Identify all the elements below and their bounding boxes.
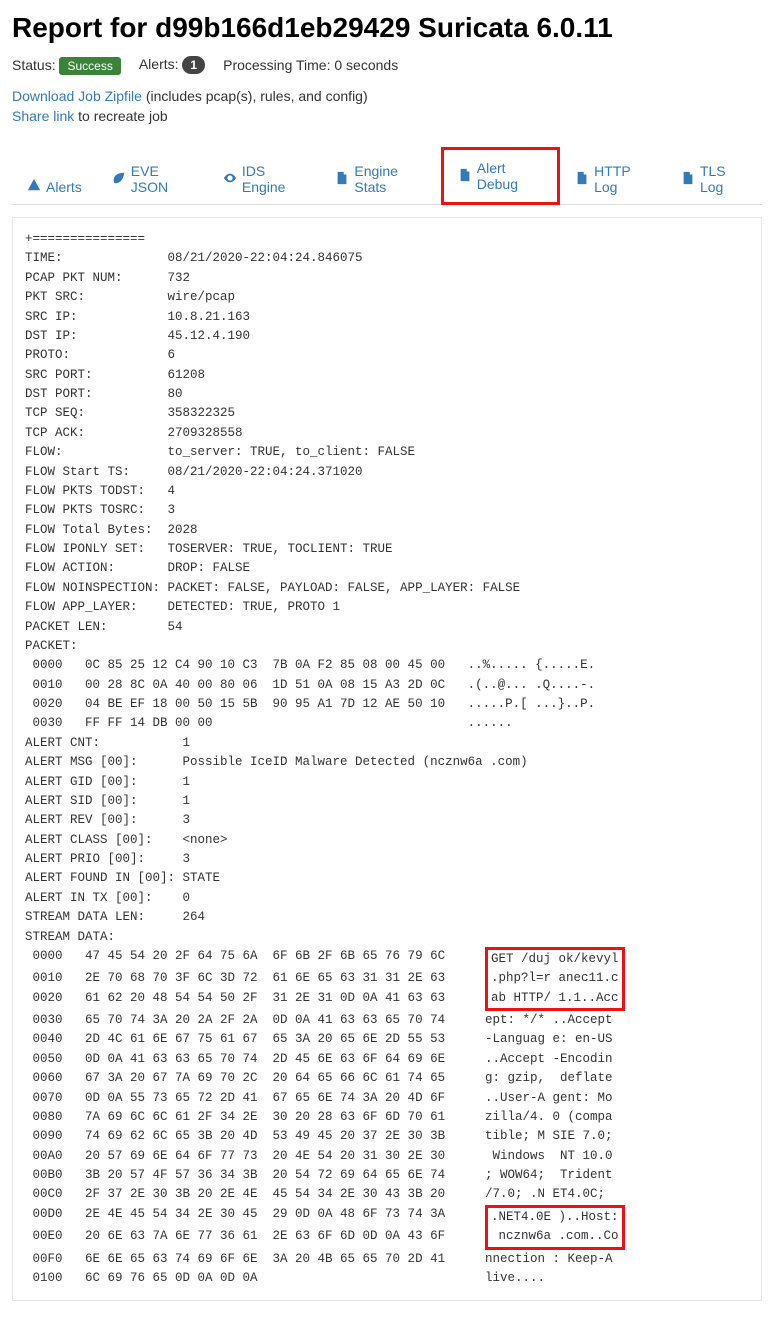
tab-alerts[interactable]: Alerts — [12, 167, 97, 205]
file-icon — [458, 168, 472, 185]
warning-icon — [27, 178, 41, 195]
download-zip-link[interactable]: Download Job Zipfile — [12, 88, 142, 104]
page-title: Report for d99b166d1eb29429 Suricata 6.0… — [12, 12, 762, 44]
share-suffix: to recreate job — [74, 108, 167, 124]
alerts-label: Alerts: 1 — [139, 56, 205, 74]
tab-alert-debug[interactable]: Alert Debug — [441, 147, 560, 205]
file-icon — [681, 171, 695, 188]
file-icon — [335, 171, 349, 188]
status-badge: Success — [59, 57, 120, 75]
download-suffix: (includes pcap(s), rules, and config) — [142, 88, 368, 104]
eye-icon — [223, 171, 237, 188]
share-line: Share link to recreate job — [12, 108, 762, 124]
download-line: Download Job Zipfile (includes pcap(s), … — [12, 88, 762, 104]
tab-bar: Alerts EVE JSON IDS Engine Engine Stats … — [12, 146, 762, 205]
tab-tls-log[interactable]: TLS Log — [666, 152, 762, 205]
report-codebox: +=============== TIME: 08/21/2020-22:04:… — [12, 217, 762, 1301]
tab-engine-stats[interactable]: Engine Stats — [320, 152, 440, 205]
tab-http-log[interactable]: HTTP Log — [560, 152, 666, 205]
status-row: Status: Success Alerts: 1 Processing Tim… — [12, 56, 762, 74]
share-link[interactable]: Share link — [12, 108, 74, 124]
status-label: Status: Success — [12, 57, 121, 73]
alerts-count-badge: 1 — [182, 56, 205, 74]
leaf-icon — [112, 171, 126, 188]
processing-time: Processing Time: 0 seconds — [223, 57, 398, 73]
file-icon — [575, 171, 589, 188]
tab-ids-engine[interactable]: IDS Engine — [208, 152, 321, 205]
tab-eve-json[interactable]: EVE JSON — [97, 152, 208, 205]
